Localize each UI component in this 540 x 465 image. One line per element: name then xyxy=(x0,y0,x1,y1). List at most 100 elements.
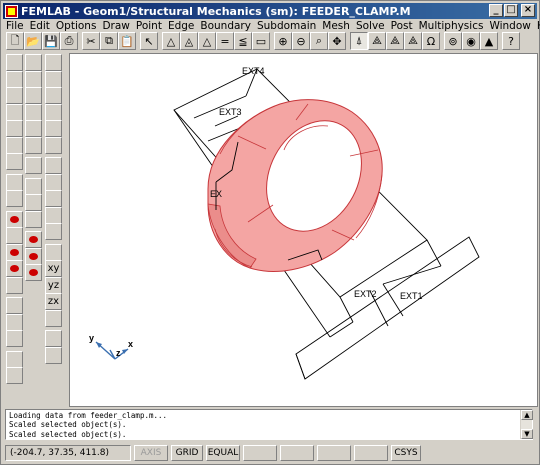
layer2-icon[interactable] xyxy=(45,346,62,364)
sphere-icon[interactable] xyxy=(6,120,23,137)
point-mode-icon[interactable]: △ xyxy=(162,32,180,50)
zoom-in-icon[interactable]: ⊕ xyxy=(274,32,292,50)
intersection-icon[interactable] xyxy=(25,103,42,121)
help-icon[interactable]: ? xyxy=(502,32,520,50)
status-csys-button[interactable]: CSYS xyxy=(391,444,421,461)
torus-icon[interactable] xyxy=(6,136,23,154)
log-scrollbar[interactable]: ▲ ▼ xyxy=(520,410,533,439)
geometry-drawing: EXT4 EXT3 EX EXT2 EXT1 y x z xyxy=(89,66,480,380)
red-line-icon[interactable] xyxy=(25,247,42,265)
paste-icon[interactable]: 📋 xyxy=(118,32,136,50)
restart-icon[interactable]: ◉ xyxy=(462,32,480,50)
magnify-icon[interactable] xyxy=(45,103,62,121)
copy-icon[interactable]: ⧉ xyxy=(100,32,118,50)
scroll-down-arrow-icon[interactable]: ▼ xyxy=(521,429,533,439)
solve-icon[interactable]: ⊚ xyxy=(444,32,462,50)
cut-icon[interactable]: ✂ xyxy=(82,32,100,50)
yz-icon[interactable]: yz xyxy=(45,276,62,294)
light-icon[interactable] xyxy=(45,206,62,224)
zoom-in-icon[interactable] xyxy=(45,120,62,137)
eye-icon[interactable] xyxy=(6,227,23,244)
window-controls: _ □ × xyxy=(489,4,535,17)
boundary-mode-icon[interactable]: ◬ xyxy=(180,32,198,50)
zoom-window-icon[interactable]: ⌕ xyxy=(310,32,328,50)
xy-icon[interactable]: xy xyxy=(45,260,62,277)
undo-view-icon[interactable] xyxy=(45,157,62,174)
status-equal-button[interactable]: EQUAL xyxy=(206,444,240,461)
cube-icon[interactable] xyxy=(6,54,23,71)
label-ext3: EXT3 xyxy=(219,107,242,117)
pan-icon[interactable] xyxy=(45,70,62,88)
subdomain-mode-icon[interactable]: △ xyxy=(198,32,216,50)
fit-icon[interactable] xyxy=(45,173,62,191)
refine-mesh-icon[interactable]: ⟁ xyxy=(386,32,404,50)
scroll-up-arrow-icon[interactable]: ▲ xyxy=(521,410,533,420)
minimize-button[interactable]: _ xyxy=(489,4,503,17)
subdomain-settings-icon[interactable]: ▭ xyxy=(252,32,270,50)
init-mesh-icon[interactable]: ⟁ xyxy=(368,32,386,50)
status-empty-button[interactable] xyxy=(280,444,314,461)
zoom-icon[interactable] xyxy=(45,54,62,71)
difference-icon[interactable] xyxy=(25,120,42,137)
geometry-mode-icon[interactable]: ⍋ xyxy=(350,32,368,50)
delete-icon[interactable] xyxy=(6,367,23,384)
cone-icon[interactable] xyxy=(6,103,23,121)
rotate-icon[interactable] xyxy=(6,173,23,191)
new-file-icon[interactable]: 🗋 xyxy=(6,32,24,50)
select-pointer-icon[interactable]: ↖ xyxy=(140,32,158,50)
extrude-icon[interactable] xyxy=(6,313,23,331)
pen-icon[interactable] xyxy=(6,350,23,368)
red-dot-icon[interactable] xyxy=(6,210,23,228)
square-icon[interactable] xyxy=(25,210,42,228)
zoom-out-icon[interactable] xyxy=(45,136,62,154)
zx-icon[interactable]: zx xyxy=(45,293,62,310)
tilt-icon[interactable] xyxy=(45,309,62,327)
save-icon[interactable]: 💾 xyxy=(42,32,60,50)
orbit-icon[interactable] xyxy=(45,87,62,104)
geometry-canvas[interactable]: EXT4 EXT3 EX EXT2 EXT1 y x z xyxy=(69,53,538,407)
status-grid-button[interactable]: GRID xyxy=(171,444,203,461)
zoom-out-icon[interactable]: ⊖ xyxy=(292,32,310,50)
scale-icon[interactable] xyxy=(6,190,23,207)
boundary-settings-icon[interactable]: ≦ xyxy=(234,32,252,50)
label-ext4: EXT4 xyxy=(242,66,265,76)
select-all-icon[interactable] xyxy=(25,54,42,71)
layer1-icon[interactable] xyxy=(45,330,62,347)
status-empty-button[interactable] xyxy=(243,444,277,461)
union-icon[interactable] xyxy=(25,87,42,104)
headlight-icon[interactable] xyxy=(45,190,62,207)
move-icon[interactable] xyxy=(6,153,23,170)
red-dot-icon[interactable] xyxy=(6,260,23,277)
arrows-icon[interactable] xyxy=(6,276,23,294)
omega-icon[interactable]: Ω xyxy=(422,32,440,50)
red-point-icon[interactable] xyxy=(25,231,42,248)
status-empty-button[interactable] xyxy=(354,444,388,461)
log-line: Scaled selected object(s). xyxy=(9,420,127,430)
mesh-element-icon[interactable]: ⟁ xyxy=(404,32,422,50)
box-icon[interactable] xyxy=(45,223,62,240)
open-folder-icon[interactable]: 📂 xyxy=(24,32,42,50)
print-icon[interactable]: ⎙ xyxy=(60,32,78,50)
compose-icon[interactable] xyxy=(25,136,42,154)
revolve-icon[interactable] xyxy=(6,330,23,347)
point-icon[interactable] xyxy=(25,177,42,195)
lock-icon[interactable] xyxy=(25,157,42,174)
cylinder-icon[interactable] xyxy=(6,87,23,104)
zoom-extents-icon[interactable]: ✥ xyxy=(328,32,346,50)
plot-icon[interactable]: ▲ xyxy=(480,32,498,50)
line-icon[interactable] xyxy=(25,194,42,211)
maximize-button[interactable]: □ xyxy=(504,4,518,17)
embed-icon[interactable] xyxy=(6,297,23,314)
selection-icon[interactable] xyxy=(25,70,42,88)
status-empty-button[interactable] xyxy=(317,444,351,461)
block-icon[interactable] xyxy=(6,70,23,88)
red-dot-icon[interactable] xyxy=(6,243,23,261)
cam-icon[interactable] xyxy=(45,243,62,261)
close-button[interactable]: × xyxy=(521,4,535,17)
title-bar[interactable]: FEMLAB - Geom1/Structural Mechanics (sm)… xyxy=(3,3,537,19)
message-log[interactable]: Loading data from feeder_clamp.m... Scale… xyxy=(5,409,533,440)
label-ext1: EXT1 xyxy=(400,291,423,301)
pde-coefficients-icon[interactable]: = xyxy=(216,32,234,50)
red-square-icon[interactable] xyxy=(25,264,42,281)
status-axis-button[interactable]: AXIS xyxy=(134,444,168,461)
